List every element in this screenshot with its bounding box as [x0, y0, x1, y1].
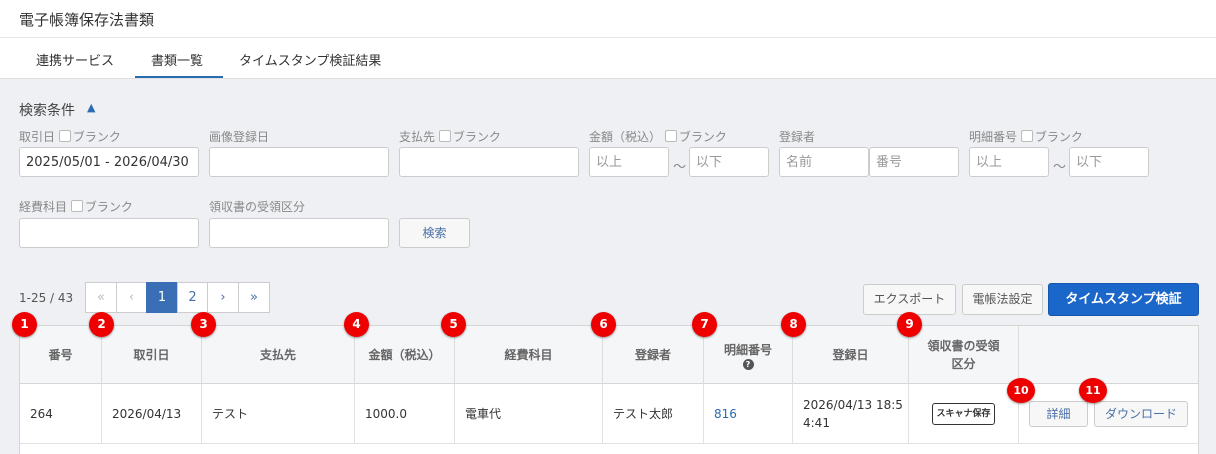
detail-button[interactable]: 詳細 [1029, 401, 1088, 427]
image-registered-date-label: 画像登録日 [209, 130, 270, 144]
help-icon[interactable]: ? [742, 358, 754, 370]
header-transaction-date[interactable]: 取引日 [102, 326, 202, 384]
transaction-date-input[interactable] [19, 147, 199, 177]
registrant-name-input[interactable] [779, 147, 869, 177]
header-receipt-category[interactable]: 領収書の受領 区分 [909, 326, 1019, 384]
tab-timestamp-results[interactable]: タイムスタンプ検証結果 [239, 50, 381, 69]
annotation-marker-3: 3 [191, 312, 216, 337]
header-registered-date[interactable]: 登録日 [793, 326, 909, 384]
annotation-marker-1: 1 [12, 312, 37, 337]
annotation-marker-10: 10 [1007, 378, 1035, 403]
registrant-number-input[interactable] [869, 147, 959, 177]
annotation-marker-4: 4 [344, 312, 369, 337]
header-actions [1019, 326, 1198, 384]
header-registrant[interactable]: 登録者 [603, 326, 704, 384]
chevron-up-icon[interactable]: ▲ [87, 101, 95, 114]
last-page-icon[interactable]: » [238, 282, 270, 313]
blank-checkbox-detail-number[interactable] [1020, 130, 1033, 142]
range-separator: ～ [1053, 160, 1067, 175]
search-button[interactable]: 検索 [399, 218, 470, 248]
annotation-marker-5: 5 [441, 312, 466, 337]
result-count: 1-25 / 43 [19, 291, 74, 305]
app-header: 電子帳簿保存法書類 [0, 0, 1216, 38]
header-detail-number[interactable]: 明細番号 ? [704, 326, 793, 384]
transaction-date-label: 取引日 ブランク [19, 130, 121, 144]
next-page-icon[interactable]: › [207, 282, 239, 313]
header-payee[interactable]: 支払先 [202, 326, 355, 384]
download-button[interactable]: ダウンロード [1094, 401, 1188, 427]
tab-bar: 連携サービス 書類一覧 タイムスタンプ検証結果 [0, 38, 1216, 79]
annotation-marker-6: 6 [591, 312, 616, 337]
page-1-button[interactable]: 1 [146, 282, 178, 313]
annotation-marker-7: 7 [692, 312, 717, 337]
search-conditions-title[interactable]: 検索条件 [19, 100, 75, 120]
detail-number-min-input[interactable] [969, 147, 1049, 177]
tab-linked-services[interactable]: 連携サービス [36, 50, 114, 69]
amount-label: 金額（税込） ブランク [589, 130, 727, 144]
header-amount[interactable]: 金額（税込） [355, 326, 455, 384]
timestamp-verify-button[interactable]: タイムスタンプ検証 [1048, 283, 1199, 316]
payee-label: 支払先 ブランク [399, 130, 501, 144]
export-button[interactable]: エクスポート [863, 284, 956, 315]
cell-expense-account: 電車代 [455, 384, 603, 444]
image-registered-date-input[interactable] [209, 147, 389, 177]
blank-checkbox-transaction-date[interactable] [58, 130, 71, 142]
tab-document-list[interactable]: 書類一覧 [151, 50, 203, 69]
page-2-button[interactable]: 2 [177, 282, 208, 313]
cell-payee: テスト [202, 384, 355, 444]
annotation-marker-2: 2 [89, 312, 114, 337]
first-page-icon[interactable]: « [85, 282, 117, 313]
header-number[interactable]: 番号 [20, 326, 102, 384]
cell-registrant: テスト太郎 [603, 384, 704, 444]
payee-input[interactable] [399, 147, 579, 177]
registrant-label: 登録者 [779, 130, 816, 144]
amount-max-input[interactable] [689, 147, 769, 177]
blank-checkbox-amount[interactable] [664, 130, 677, 142]
cell-detail-number-link[interactable]: 816 [704, 384, 793, 444]
range-separator: ～ [673, 160, 687, 175]
annotation-marker-9: 9 [897, 312, 922, 337]
annotation-marker-8: 8 [781, 312, 806, 337]
app-title: 電子帳簿保存法書類 [19, 11, 155, 29]
header-expense-account[interactable]: 経費科目 [455, 326, 603, 384]
blank-checkbox-expense-account[interactable] [70, 200, 83, 212]
detail-number-label: 明細番号 ブランク [969, 130, 1083, 144]
cell-number: 264 [20, 384, 102, 444]
cell-registered-date: 2026/04/13 18:5 4:41 [793, 384, 909, 444]
receipt-category-input[interactable] [209, 218, 389, 248]
expense-account-label: 経費科目 ブランク [19, 200, 133, 214]
scanner-storage-badge: スキャナ保存 [932, 403, 995, 425]
annotation-marker-11: 11 [1079, 378, 1107, 403]
receipt-category-label: 領収書の受領区分 [209, 200, 306, 214]
cell-transaction-date: 2026/04/13 [102, 384, 202, 444]
ebook-settings-button[interactable]: 電帳法設定 [962, 284, 1043, 315]
blank-checkbox-payee[interactable] [438, 130, 451, 142]
active-tab-indicator [135, 76, 223, 78]
detail-number-max-input[interactable] [1069, 147, 1149, 177]
amount-min-input[interactable] [589, 147, 669, 177]
cell-receipt-category: スキャナ保存 [909, 384, 1019, 444]
expense-account-input[interactable] [19, 218, 199, 248]
cell-amount: 1000.0 [355, 384, 455, 444]
prev-page-icon[interactable]: ‹ [116, 282, 147, 313]
